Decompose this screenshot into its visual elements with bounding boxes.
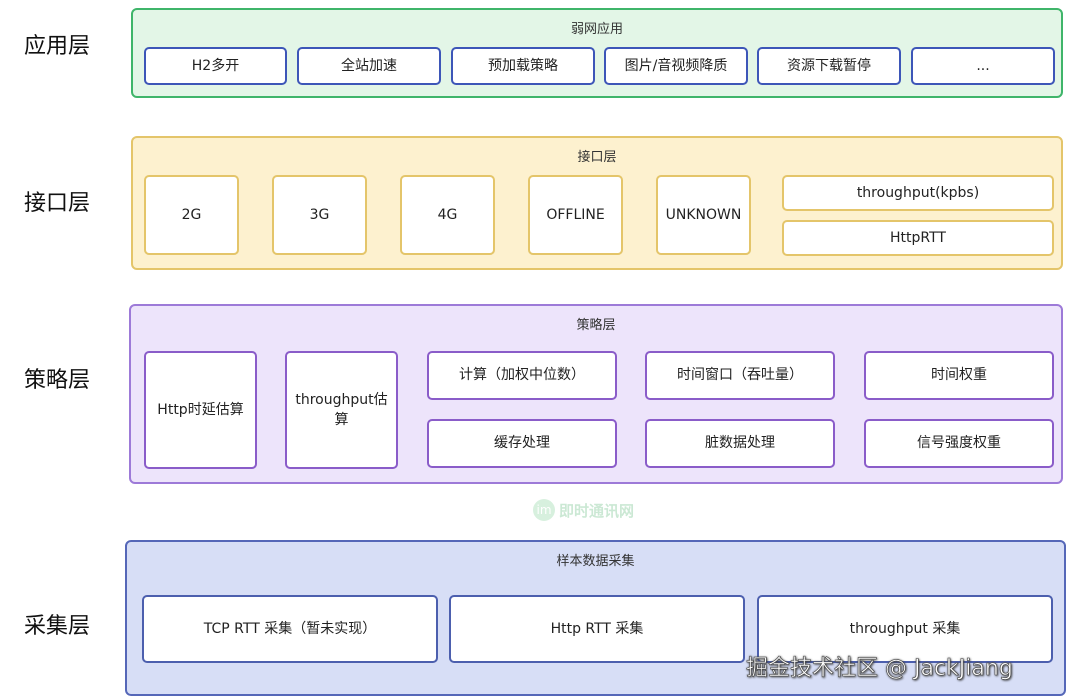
strategy-weighted-median: 计算（加权中位数） bbox=[427, 351, 617, 400]
api-item-2g: 2G bbox=[144, 175, 239, 255]
api-layer-title: 接口层 bbox=[577, 150, 617, 165]
layer-label-api: 接口层 bbox=[24, 191, 91, 216]
strategy-time-window: 时间窗口（吞吐量） bbox=[645, 351, 835, 400]
api-metric-httprtt: HttpRTT bbox=[782, 220, 1054, 256]
api-layer-panel: 接口层 2G 3G 4G OFFLINE UNKNOWN throughput(… bbox=[131, 136, 1063, 270]
strategy-signal-weight: 信号强度权重 bbox=[864, 419, 1054, 468]
strategy-time-weight: 时间权重 bbox=[864, 351, 1054, 400]
app-item-download-pause: 资源下载暂停 bbox=[757, 47, 901, 85]
juejin-watermark: 掘金技术社区 @ JackJiang bbox=[746, 656, 1013, 682]
strategy-dirty-data: 脏数据处理 bbox=[645, 419, 835, 468]
app-layer-title: 弱网应用 bbox=[570, 22, 623, 37]
app-item-media-degrade: 图片/音视频降质 bbox=[604, 47, 748, 85]
watermark-text: 即时通讯网 bbox=[559, 501, 635, 520]
strategy-throughput-estimate: throughput估算 bbox=[285, 351, 398, 469]
layer-label-strategy: 策略层 bbox=[24, 368, 91, 393]
api-item-4g: 4G bbox=[400, 175, 495, 255]
strategy-layer-panel: 策略层 Http时延估算 throughput估算 计算（加权中位数） 时间窗口… bbox=[129, 304, 1063, 484]
strategy-layer-title: 策略层 bbox=[576, 318, 616, 333]
strategy-http-latency-estimate: Http时延估算 bbox=[144, 351, 257, 469]
app-layer-panel: 弱网应用 H2多开 全站加速 预加载策略 图片/音视频降质 资源下载暂停 ... bbox=[131, 8, 1063, 98]
center-watermark: im 即时通讯网 bbox=[533, 497, 658, 523]
strategy-cache-handling: 缓存处理 bbox=[427, 419, 617, 468]
watermark-logo-icon: im bbox=[533, 499, 555, 521]
app-item-more: ... bbox=[911, 47, 1055, 85]
api-item-3g: 3G bbox=[272, 175, 367, 255]
api-item-offline: OFFLINE bbox=[528, 175, 623, 255]
layer-label-app: 应用层 bbox=[24, 34, 91, 59]
api-metric-throughput: throughput(kpbs) bbox=[782, 175, 1054, 211]
app-item-site-accel: 全站加速 bbox=[297, 47, 441, 85]
app-item-h2: H2多开 bbox=[144, 47, 287, 85]
app-item-preload: 预加载策略 bbox=[451, 47, 595, 85]
collect-tcp-rtt: TCP RTT 采集（暂未实现） bbox=[142, 595, 438, 663]
collect-http-rtt: Http RTT 采集 bbox=[449, 595, 745, 663]
api-item-unknown: UNKNOWN bbox=[656, 175, 751, 255]
collect-layer-title: 样本数据采集 bbox=[556, 554, 635, 569]
layer-label-collect: 采集层 bbox=[24, 614, 91, 639]
